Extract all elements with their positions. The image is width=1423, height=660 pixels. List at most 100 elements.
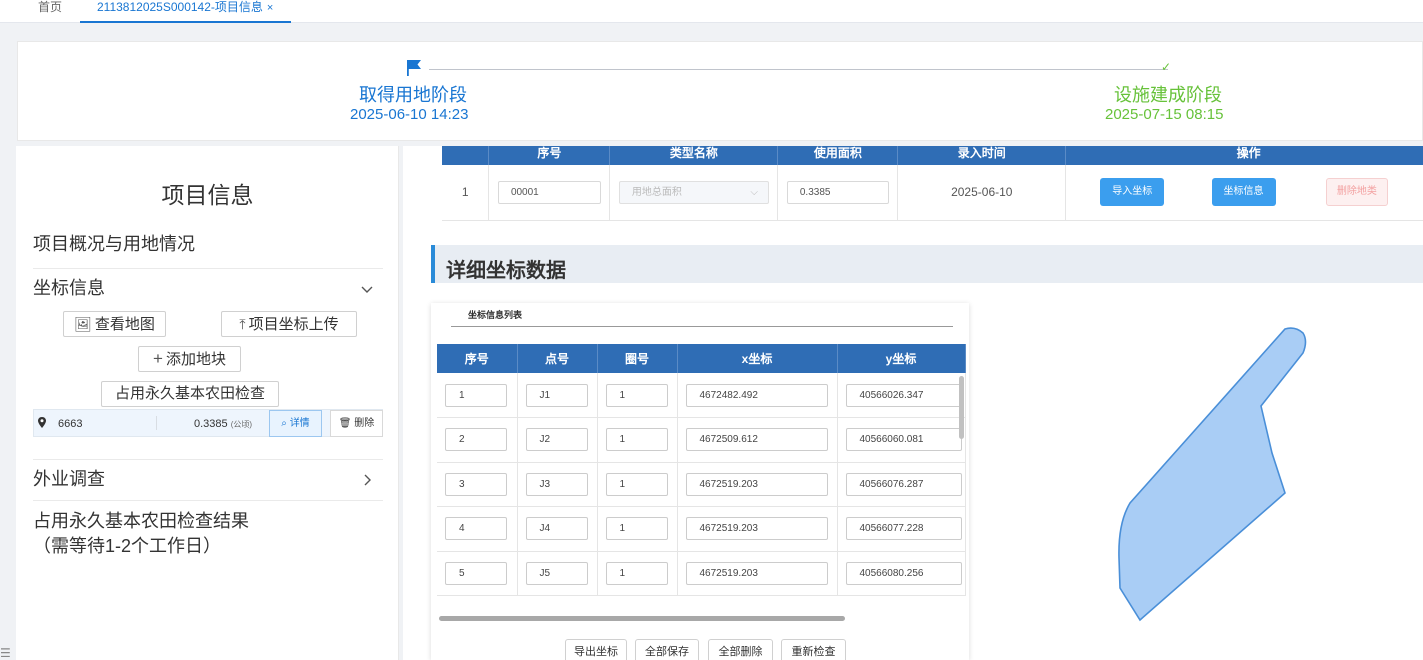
plot-id: 6663 bbox=[58, 418, 83, 430]
recheck-button[interactable]: 重新检查 bbox=[781, 639, 846, 660]
point-input[interactable]: J3 bbox=[525, 472, 588, 496]
area-input[interactable]: 0.3385 bbox=[786, 180, 889, 204]
table-header: 录入时间 bbox=[897, 146, 1067, 165]
image-icon: 🖼 bbox=[74, 316, 92, 332]
land-type-table: 序号 类型名称 使用面积 录入时间 操作 1 00001 用地总面积 ⌵ 0.33… bbox=[442, 146, 1423, 221]
plot-detail-label: 详情 bbox=[289, 418, 310, 429]
x-coord-input[interactable]: 4672482.492 bbox=[685, 383, 828, 407]
plot-delete-button[interactable]: 🗑 删除 bbox=[330, 410, 383, 437]
table-header: x坐标 bbox=[677, 344, 838, 373]
table-header: 序号 bbox=[437, 344, 518, 373]
type-code-input[interactable]: 00001 bbox=[497, 180, 601, 204]
table-header: 操作 bbox=[1065, 146, 1423, 165]
plot-polygon[interactable] bbox=[1118, 327, 1307, 622]
view-map-label: 查看地图 bbox=[94, 316, 155, 333]
polygon-map[interactable] bbox=[975, 303, 1423, 660]
table-header: 使用面积 bbox=[777, 146, 899, 165]
y-coord-input[interactable]: 40566060.081 bbox=[845, 428, 962, 452]
flag-icon bbox=[407, 60, 421, 76]
horizontal-scrollbar[interactable] bbox=[439, 616, 845, 621]
stage-start-title: 取得用地阶段 bbox=[359, 85, 467, 105]
divider bbox=[451, 326, 953, 327]
index-input[interactable]: 2 bbox=[445, 428, 507, 452]
plot-area: 0.3385 (公顷) bbox=[194, 418, 252, 430]
import-coords-button[interactable]: 导入坐标 bbox=[1100, 178, 1165, 207]
y-coord-input[interactable]: 40566080.256 bbox=[845, 561, 962, 585]
sidebar-item-coords[interactable]: 坐标信息 bbox=[33, 278, 105, 298]
coord-info-button[interactable]: 坐标信息 bbox=[1211, 178, 1276, 207]
plot-polygon-svg bbox=[1118, 327, 1307, 622]
view-map-button[interactable]: 🖼 查看地图 bbox=[63, 311, 166, 337]
ring-input[interactable]: 1 bbox=[605, 517, 668, 541]
divider bbox=[33, 459, 383, 460]
ring-input[interactable]: 1 bbox=[605, 428, 668, 452]
tab-bar: 首页 2113812025S000142-项目信息 × bbox=[0, 0, 1423, 23]
type-name-select[interactable]: 用地总面积 ⌵ bbox=[618, 180, 769, 204]
menu-icon[interactable]: ☰ bbox=[0, 646, 11, 660]
x-coord-input[interactable]: 4672519.203 bbox=[685, 472, 828, 496]
point-input[interactable]: J4 bbox=[525, 517, 588, 541]
table-header: 点号 bbox=[517, 344, 598, 373]
plot-detail-button[interactable]: ⌕ 详情 bbox=[269, 410, 322, 437]
x-coord-input[interactable]: 4672509.612 bbox=[685, 428, 828, 452]
location-pin-icon bbox=[38, 417, 46, 428]
close-icon[interactable]: × bbox=[267, 2, 273, 14]
coord-table: 序号 点号 圈号 x坐标 y坐标 1 J1 1 4672482.492 4056… bbox=[437, 344, 966, 596]
x-coord-input[interactable]: 4672519.203 bbox=[685, 517, 828, 541]
tab-project-info[interactable]: 2113812025S000142-项目信息 × bbox=[80, 0, 291, 23]
index-input[interactable]: 1 bbox=[445, 383, 507, 407]
point-input[interactable]: J5 bbox=[525, 561, 588, 585]
type-name-placeholder: 用地总面积 bbox=[631, 186, 682, 198]
delete-all-button[interactable]: 全部删除 bbox=[708, 639, 773, 660]
divider bbox=[33, 268, 383, 269]
save-all-button[interactable]: 全部保存 bbox=[635, 639, 699, 660]
tab-home[interactable]: 首页 bbox=[38, 0, 62, 14]
add-plot-label: 添加地块 bbox=[165, 351, 226, 368]
index-input[interactable]: 5 bbox=[445, 561, 507, 585]
index-input[interactable]: 3 bbox=[445, 472, 507, 496]
section-header: 详细坐标数据 bbox=[431, 245, 1423, 283]
check-icon: ✓ bbox=[1161, 60, 1172, 74]
y-coord-input[interactable]: 40566077.228 bbox=[845, 517, 962, 541]
delete-type-button: 删除地类 bbox=[1325, 178, 1388, 207]
chevron-down-icon[interactable] bbox=[360, 282, 374, 296]
table-header: 序号 bbox=[488, 146, 611, 165]
table-row: 4 J4 1 4672519.203 40566077.228 bbox=[437, 506, 966, 552]
stage-connector-line bbox=[429, 69, 1168, 70]
chevron-right-icon[interactable] bbox=[360, 473, 374, 487]
tab-project-info-label: 2113812025S000142-项目信息 bbox=[97, 0, 263, 14]
result-title: 占用永久基本农田检查结果 bbox=[33, 511, 249, 531]
farmland-check-result: 占用永久基本农田检查结果 （需等待1-2个工作日） bbox=[33, 509, 249, 559]
point-input[interactable]: J2 bbox=[525, 428, 588, 452]
y-coord-input[interactable]: 40566076.287 bbox=[845, 472, 962, 496]
stage-progress: ✓ 取得用地阶段 2025-06-10 14:23 设施建成阶段 2025-07… bbox=[17, 41, 1423, 141]
export-coords-button[interactable]: 导出坐标 bbox=[565, 639, 627, 660]
add-plot-button[interactable]: + 添加地块 bbox=[138, 346, 241, 372]
table-row: 3 J3 1 4672519.203 40566076.287 bbox=[437, 462, 966, 507]
vertical-scrollbar[interactable] bbox=[959, 376, 964, 439]
sidebar-item-overview[interactable]: 项目概况与用地情况 bbox=[33, 234, 195, 254]
project-info-sidebar: 项目信息 项目概况与用地情况 坐标信息 🖼 查看地图 ⤒ 项目坐标上传 + 添加地块 … bbox=[16, 146, 399, 660]
section-title: 详细坐标数据 bbox=[446, 260, 566, 282]
search-icon: ⌕ bbox=[281, 418, 287, 429]
index-input[interactable]: 4 bbox=[445, 517, 507, 541]
farmland-check-button[interactable]: 占用永久基本农田检查 bbox=[101, 381, 279, 407]
stage-end-date: 2025-07-15 08:15 bbox=[1105, 106, 1224, 123]
x-coord-input[interactable]: 4672519.203 bbox=[685, 561, 828, 585]
table-header: y坐标 bbox=[837, 344, 966, 373]
ring-input[interactable]: 1 bbox=[605, 383, 668, 407]
table-row: 1 J1 1 4672482.492 40566026.347 bbox=[437, 373, 966, 418]
ring-input[interactable]: 1 bbox=[605, 561, 668, 585]
sidebar-item-field-survey[interactable]: 外业调查 bbox=[33, 469, 105, 489]
plot-area-unit: (公顷) bbox=[230, 420, 253, 429]
card-title: 坐标信息列表 bbox=[468, 310, 523, 320]
divider bbox=[156, 416, 157, 430]
ring-input[interactable]: 1 bbox=[605, 472, 668, 496]
table-row: 2 J2 1 4672509.612 40566060.081 bbox=[437, 417, 966, 463]
y-coord-input[interactable]: 40566026.347 bbox=[845, 383, 962, 407]
chevron-down-icon: ⌵ bbox=[750, 186, 758, 198]
table-header: 类型名称 bbox=[609, 146, 779, 165]
point-input[interactable]: J1 bbox=[525, 383, 588, 407]
coord-list-card: 坐标信息列表 序号 点号 圈号 x坐标 y坐标 1 J1 1 4672482.4… bbox=[431, 303, 969, 660]
upload-coords-button[interactable]: ⤒ 项目坐标上传 bbox=[221, 311, 357, 337]
